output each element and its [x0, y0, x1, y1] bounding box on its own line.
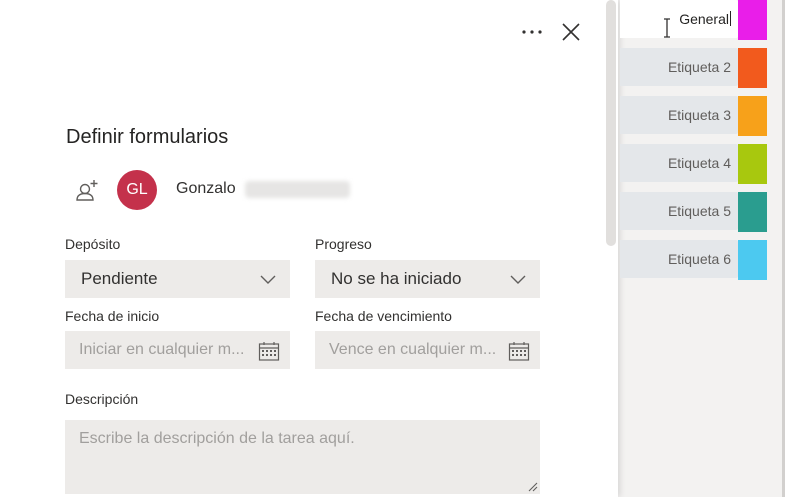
text-caret: [730, 11, 731, 26]
bucket-value: Pendiente: [81, 269, 158, 288]
due-date-placeholder: Vence en cualquier m...: [329, 341, 497, 358]
label-item[interactable]: Etiqueta 2: [620, 48, 767, 88]
start-date-placeholder: Iniciar en cualquier m...: [79, 341, 245, 358]
due-date-label: Fecha de vencimiento: [315, 308, 452, 324]
close-icon: [562, 23, 580, 41]
description-textarea[interactable]: Escribe la descripción de la tarea aquí.: [65, 420, 540, 494]
label-text: Etiqueta 5: [667, 203, 731, 219]
due-date-field[interactable]: Vence en cualquier m...: [315, 331, 540, 369]
label-color-swatch[interactable]: [738, 48, 767, 88]
label-item[interactable]: General: [620, 0, 767, 40]
label-text: General: [679, 11, 731, 27]
avatar[interactable]: GL: [117, 170, 157, 210]
start-date-field[interactable]: Iniciar en cualquier m...: [65, 331, 290, 369]
progress-dropdown[interactable]: No se ha iniciado: [315, 260, 540, 298]
assignee-name: Gonzalo: [176, 180, 236, 197]
more-horizontal-icon: [522, 30, 542, 34]
progress-value: No se ha iniciado: [331, 269, 462, 288]
task-title[interactable]: Definir formularios: [66, 126, 228, 149]
start-date-label: Fecha de inicio: [65, 308, 160, 324]
bucket-label: Depósito: [65, 236, 121, 252]
label-item[interactable]: Etiqueta 4: [620, 144, 767, 184]
assignee-surname-redacted: [245, 181, 350, 198]
calendar-icon[interactable]: [508, 341, 530, 361]
text-cursor-icon: [664, 18, 670, 38]
avatar-initials: GL: [126, 181, 148, 198]
label-color-swatch[interactable]: [738, 0, 767, 40]
assign-button[interactable]: [74, 178, 100, 204]
resize-grip-icon[interactable]: [526, 480, 538, 492]
label-color-swatch[interactable]: [738, 240, 767, 280]
label-color-swatch[interactable]: [738, 144, 767, 184]
label-color-swatch[interactable]: [738, 192, 767, 232]
label-text: Etiqueta 4: [667, 155, 731, 171]
description-placeholder: Escribe la descripción de la tarea aquí.: [79, 430, 355, 447]
label-color-swatch[interactable]: [738, 96, 767, 136]
label-item[interactable]: Etiqueta 5: [620, 192, 767, 232]
progress-label: Progreso: [315, 236, 372, 252]
more-options-button[interactable]: [518, 20, 546, 44]
chevron-down-icon: [260, 275, 276, 284]
add-person-icon: [76, 180, 98, 201]
label-text: Etiqueta 2: [667, 59, 731, 75]
scrollbar-thumb[interactable]: [606, 0, 616, 246]
chevron-down-icon: [510, 275, 526, 284]
bucket-dropdown[interactable]: Pendiente: [65, 260, 290, 298]
description-label: Descripción: [65, 391, 139, 407]
close-button[interactable]: [560, 21, 582, 43]
label-item[interactable]: Etiqueta 6: [620, 240, 767, 280]
task-details-panel: Definir formularios GL Gonzalo Depósito …: [0, 0, 618, 497]
label-text: Etiqueta 3: [667, 107, 731, 123]
calendar-icon[interactable]: [258, 341, 280, 361]
label-item[interactable]: Etiqueta 3: [620, 96, 767, 136]
label-text: Etiqueta 6: [667, 251, 731, 267]
